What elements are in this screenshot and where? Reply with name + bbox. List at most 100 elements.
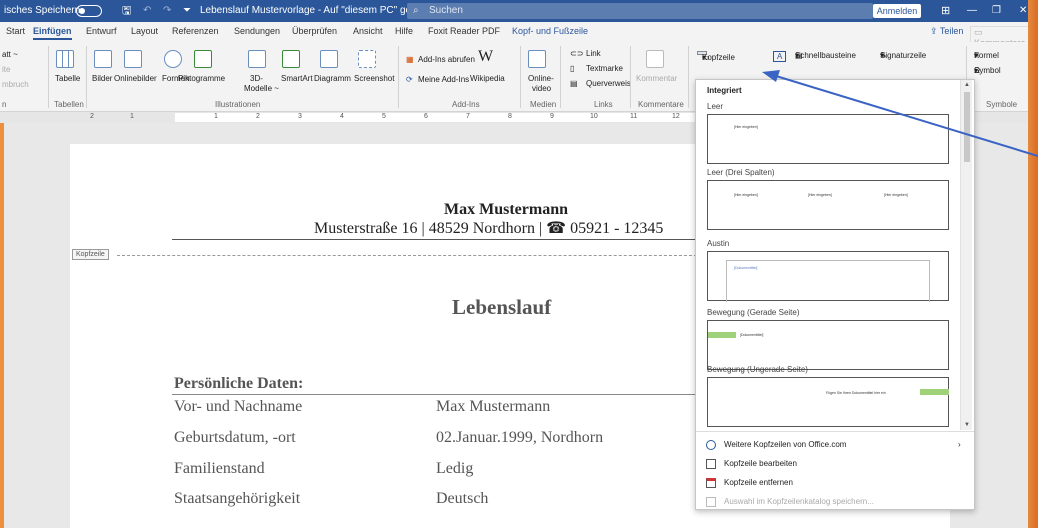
gallery-scrollbar[interactable]: ▲ ▼ (960, 80, 972, 430)
divider (48, 46, 49, 108)
tab-sendungen[interactable]: Sendungen (234, 26, 280, 36)
schnellbausteine-button[interactable]: ▤ Schnellbausteine ▾ (795, 51, 856, 60)
row-label[interactable]: Staatsangehörigkeit (174, 490, 300, 508)
link-icon: ⊂⊃ (570, 49, 584, 58)
3d-models-button-line1[interactable]: 3D- (250, 74, 263, 83)
gallery-list[interactable]: Integriert Leer [Hier eingeben] Leer (Dr… (696, 80, 961, 430)
tab-referenzen[interactable]: Referenzen (172, 26, 219, 36)
divider (630, 46, 631, 108)
gallery-item-label: Leer (Drei Spalten) (707, 168, 775, 177)
autosave-toggle[interactable] (76, 5, 102, 17)
row-value[interactable]: Ledig (436, 460, 473, 478)
row-value[interactable]: 02.Januar.1999, Nordhorn (436, 429, 603, 447)
ruler-mark: 8 (508, 113, 512, 120)
partial-label-1[interactable]: att ~ (2, 50, 18, 59)
gallery-item-austin[interactable]: [Dokumenttitel] (707, 251, 949, 302)
thumb-placeholder: [Dokumenttitel] (740, 333, 764, 337)
search-box[interactable]: ⌕ Suchen (407, 3, 873, 19)
ribbon-tab-bar: Start Einfügen Entwurf Layout Referenzen… (0, 22, 1038, 49)
tab-entwurf[interactable]: Entwurf (86, 26, 117, 36)
menu-more-headers[interactable]: Weitere Kopfzeilen von Office.com › (696, 435, 972, 455)
gallery-item-bewegung-ungerade[interactable]: Fügen Sie Ihren Dokumenttitel hier ein (707, 377, 949, 427)
textbox-icon[interactable]: A (773, 51, 787, 62)
gallery-item-bewegung-gerade[interactable]: [Dokumenttitel] (707, 320, 949, 370)
row-label[interactable]: Familienstand (174, 460, 265, 478)
row-label[interactable]: Vor- und Nachname (174, 398, 302, 416)
piktogramme-button[interactable]: Piktogramme (178, 74, 225, 83)
meine-addins-button[interactable]: Meine Add-Ins (418, 75, 469, 84)
gallery-item-leer[interactable]: [Hier eingeben] (707, 114, 949, 164)
wikipedia-button[interactable]: Wikipedia (470, 74, 505, 83)
bilder-button[interactable]: Bilder (92, 74, 112, 83)
document-title[interactable]: Lebenslauf (452, 295, 551, 320)
diagramm-button[interactable]: Diagramm (314, 74, 351, 83)
kopfzeile-button[interactable]: ▭ Kopfzeile ▾ (697, 51, 735, 62)
row-value[interactable]: Deutsch (436, 490, 488, 508)
header-rule (172, 239, 696, 240)
ruler-mark: 3 (298, 113, 302, 120)
tab-ueberpruefen[interactable]: Überprüfen (292, 26, 337, 36)
section-heading[interactable]: Persönliche Daten: (174, 375, 303, 393)
redo-icon[interactable]: ↷ (163, 0, 171, 22)
textmarke-button[interactable]: Textmarke (586, 64, 623, 73)
close-icon[interactable]: ✕ (1019, 0, 1027, 22)
menu-label: Kopfzeile entfernen (724, 478, 793, 487)
formel-button[interactable]: π Formel ▾ (974, 51, 999, 60)
minimize-icon[interactable]: — (967, 0, 977, 22)
addins-abrufen-button[interactable]: Add-Ins abrufen (418, 55, 475, 64)
header-gallery-dropdown: Integriert Leer [Hier eingeben] Leer (Dr… (695, 79, 975, 510)
online-pictures-icon (124, 50, 142, 68)
tab-einfuegen[interactable]: Einfügen (33, 26, 72, 40)
menu-edit-header[interactable]: Kopfzeile bearbeiten (696, 454, 972, 474)
save-icon[interactable]: 🖫 (122, 0, 131, 22)
scroll-up-icon[interactable]: ▲ (962, 80, 972, 90)
thumb-placeholder: Fügen Sie Ihren Dokumenttitel hier ein (826, 391, 886, 395)
edit-header-icon (706, 459, 716, 469)
chart-icon (320, 50, 338, 68)
comment-icon (646, 50, 664, 68)
link-button[interactable]: Link (586, 49, 601, 58)
tab-start[interactable]: Start (6, 26, 25, 36)
menu-save-selection[interactable]: Auswahl im Kopfzeilenkatalog speichern..… (696, 492, 972, 512)
partial-label-3: mbruch (2, 80, 29, 89)
smartart-button[interactable]: SmartArt (281, 74, 313, 83)
group-illustrationen: Illustrationen (215, 100, 261, 109)
online-video-line1[interactable]: Online- (528, 74, 554, 83)
menu-label: Weitere Kopfzeilen von Office.com (724, 440, 847, 449)
quick-access-dropdown-icon[interactable]: ⏷ (183, 0, 191, 22)
onlinebilder-button[interactable]: Onlinebilder (114, 74, 157, 83)
tab-foxit[interactable]: Foxit Reader PDF (428, 26, 500, 36)
header-address[interactable]: Musterstraße 16 | 48529 Nordhorn | ☎ 059… (314, 218, 663, 238)
ribbon-display-icon[interactable]: ⊞ (941, 0, 950, 22)
signin-button[interactable]: Anmelden (873, 4, 921, 18)
menu-label: Auswahl im Kopfzeilenkatalog speichern..… (724, 497, 874, 506)
autosave-label: isches Speichern (4, 5, 81, 16)
3d-models-button-line2[interactable]: Modelle ~ (244, 84, 279, 93)
gallery-item-leer-drei-spalten[interactable]: [Hier eingeben] [Hier eingeben] [Hier ei… (707, 180, 949, 230)
share-button[interactable]: ⇪ Teilen (930, 26, 963, 37)
screenshot-button[interactable]: Screenshot (354, 74, 394, 83)
divider (520, 46, 521, 108)
row-label[interactable]: Geburtsdatum, -ort (174, 429, 296, 447)
tab-ansicht[interactable]: Ansicht (353, 26, 383, 36)
table-button[interactable]: Tabelle (55, 74, 80, 83)
tab-layout[interactable]: Layout (131, 26, 158, 36)
tab-hilfe[interactable]: Hilfe (395, 26, 413, 36)
menu-label: Kopfzeile bearbeiten (724, 459, 797, 468)
tab-kopf-und-fusszeile[interactable]: Kopf- und Fußzeile (512, 26, 588, 36)
undo-icon[interactable]: ↶ (143, 0, 151, 22)
header-name[interactable]: Max Mustermann (444, 201, 568, 219)
online-video-line2[interactable]: video (532, 84, 551, 93)
scroll-down-icon[interactable]: ▼ (962, 420, 972, 430)
ruler-mark: 1 (214, 113, 218, 120)
screenshot-icon (358, 50, 376, 68)
menu-remove-header[interactable]: Kopfzeile entfernen (696, 473, 972, 493)
signaturzeile-button[interactable]: ✎ Signaturzeile ▾ (880, 51, 926, 60)
querverweis-button[interactable]: Querverweis (586, 79, 631, 88)
symbol-button[interactable]: Ω Symbol ▾ (974, 66, 1001, 75)
row-value[interactable]: Max Mustermann (436, 398, 550, 416)
scroll-thumb[interactable] (964, 92, 970, 162)
group-links: Links (594, 100, 613, 109)
maximize-icon[interactable]: ❐ (992, 0, 1001, 22)
kommentar-button[interactable]: Kommentar (636, 74, 677, 83)
